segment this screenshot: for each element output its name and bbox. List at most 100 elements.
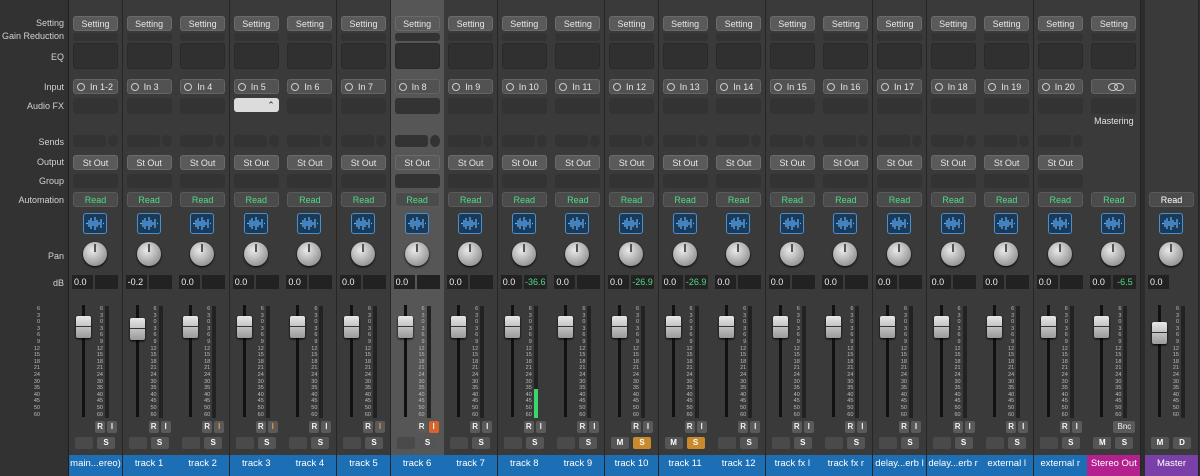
pan-knob[interactable] — [833, 242, 858, 266]
pan-knob[interactable] — [351, 242, 375, 266]
mute-button[interactable] — [235, 437, 254, 449]
mute-button[interactable] — [718, 437, 737, 449]
audio-fx-slot[interactable] — [1091, 98, 1137, 114]
volume-fader[interactable] — [933, 316, 949, 338]
mute-button[interactable] — [1039, 437, 1058, 449]
send-slot[interactable] — [716, 135, 750, 147]
pan-knob[interactable] — [243, 242, 268, 266]
input-monitor-button[interactable]: I — [696, 421, 707, 433]
volume-readout[interactable]: 0.0 — [661, 275, 683, 289]
track-name[interactable]: track 11 — [658, 455, 712, 476]
send-knob[interactable] — [1019, 135, 1030, 147]
automation-mode[interactable]: Read — [501, 192, 547, 207]
input-monitor-button[interactable]: I — [160, 421, 171, 433]
record-enable-button[interactable]: R — [791, 421, 802, 433]
input-slot[interactable]: In 16 — [823, 79, 869, 94]
send-slot[interactable] — [662, 135, 696, 147]
send-knob[interactable] — [483, 135, 494, 147]
eq-thumbnail[interactable] — [448, 43, 494, 69]
track-name[interactable]: external r — [1033, 455, 1087, 476]
eq-thumbnail[interactable] — [609, 43, 654, 69]
mute-button[interactable] — [128, 437, 147, 449]
dim-button[interactable]: D — [1173, 437, 1191, 449]
eq-thumbnail[interactable] — [287, 43, 333, 69]
waveform-icon[interactable] — [887, 213, 911, 234]
group-slot[interactable] — [555, 174, 601, 188]
waveform-icon[interactable] — [136, 213, 161, 234]
audio-fx-slot[interactable] — [555, 98, 601, 114]
volume-readout[interactable]: 0.0 — [715, 275, 737, 289]
pan-knob[interactable] — [458, 242, 483, 266]
group-slot[interactable] — [180, 174, 226, 188]
volume-readout[interactable]: 0.0 — [286, 275, 308, 289]
audio-fx-slot[interactable] — [609, 98, 654, 114]
group-slot[interactable] — [341, 174, 386, 188]
setting-button[interactable]: Setting — [1091, 16, 1137, 31]
mute-button[interactable] — [503, 437, 522, 449]
solo-button[interactable]: S — [418, 437, 437, 449]
audio-fx-slot[interactable] — [1037, 98, 1083, 114]
volume-fader[interactable] — [1040, 316, 1056, 338]
pan-knob[interactable] — [994, 242, 1019, 266]
send-slot[interactable] — [823, 135, 857, 147]
input-monitor-button[interactable]: I — [107, 421, 117, 433]
waveform-icon[interactable] — [1101, 213, 1126, 234]
output-button[interactable]: St Out — [716, 155, 762, 170]
solo-button[interactable]: S — [204, 437, 223, 449]
record-enable-button[interactable]: R — [309, 421, 320, 433]
track-name[interactable]: track 2 — [176, 455, 230, 476]
eq-thumbnail[interactable] — [341, 43, 386, 69]
waveform-icon[interactable] — [833, 213, 858, 234]
send-knob[interactable] — [965, 135, 976, 147]
solo-button[interactable]: S — [954, 437, 973, 449]
group-slot[interactable] — [662, 174, 708, 188]
eq-thumbnail[interactable] — [877, 43, 922, 69]
setting-button[interactable]: Setting — [1037, 16, 1083, 31]
setting-button[interactable]: Setting — [984, 16, 1030, 31]
input-slot[interactable]: In 7 — [341, 79, 386, 94]
mute-button[interactable] — [343, 437, 361, 449]
mute-button[interactable] — [771, 437, 790, 449]
setting-button[interactable]: Setting — [448, 16, 494, 31]
solo-button[interactable]: S — [579, 437, 598, 449]
mute-button[interactable] — [986, 437, 1005, 449]
waveform-icon[interactable] — [511, 213, 536, 234]
eq-thumbnail[interactable] — [662, 43, 708, 69]
solo-button[interactable]: S — [901, 437, 919, 449]
mute-button[interactable] — [932, 437, 951, 449]
audio-fx-slot[interactable] — [73, 98, 118, 114]
volume-readout[interactable]: 0.0 — [768, 275, 790, 289]
volume-fader[interactable] — [397, 316, 413, 338]
input-slot[interactable]: In 4 — [180, 79, 226, 94]
eq-thumbnail[interactable] — [73, 43, 118, 69]
bounce-button[interactable]: Bnc — [1113, 421, 1136, 433]
waveform-icon[interactable] — [404, 213, 429, 234]
eq-thumbnail[interactable] — [126, 43, 172, 69]
automation-mode[interactable]: Read — [448, 192, 494, 207]
volume-fader[interactable] — [558, 316, 574, 338]
eq-thumbnail[interactable] — [233, 43, 279, 69]
input-monitor-button[interactable]: I — [214, 421, 225, 433]
volume-readout[interactable]: 0.0 — [929, 275, 951, 289]
solo-button[interactable]: S — [525, 437, 544, 449]
mute-button[interactable] — [450, 437, 469, 449]
waveform-icon[interactable] — [619, 213, 643, 234]
output-button[interactable]: St Out — [609, 155, 654, 170]
send-slot[interactable] — [233, 135, 267, 147]
audio-fx-slot[interactable] — [287, 98, 333, 114]
setting-button[interactable]: Setting — [394, 16, 440, 31]
send-slot[interactable] — [341, 135, 374, 147]
setting-button[interactable]: Setting — [287, 16, 333, 31]
send-knob[interactable] — [215, 135, 226, 147]
track-name[interactable]: track 7 — [444, 455, 498, 476]
automation-mode[interactable]: Read — [555, 192, 601, 207]
solo-button[interactable]: S — [847, 437, 866, 449]
input-monitor-button[interactable]: I — [643, 421, 653, 433]
setting-button[interactable]: Setting — [341, 16, 386, 31]
solo-button[interactable]: S — [472, 437, 491, 449]
input-slot[interactable]: In 1-2 — [73, 79, 118, 94]
volume-readout[interactable]: 0.0 — [1036, 275, 1058, 289]
output-button[interactable]: St Out — [394, 155, 440, 170]
eq-thumbnail[interactable] — [1091, 43, 1137, 69]
eq-thumbnail[interactable] — [716, 43, 762, 69]
